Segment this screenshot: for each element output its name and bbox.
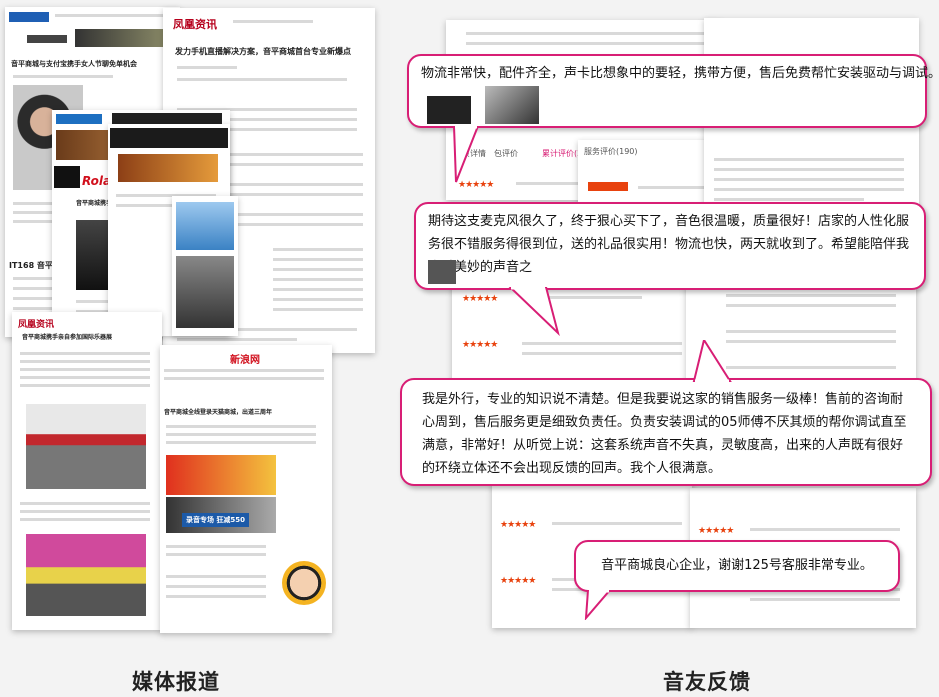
expo-booth-photo	[26, 404, 146, 489]
tab-service-reviews[interactable]: 服务评价(190)	[584, 146, 638, 157]
rating-stars-4: ★★★★★	[500, 520, 536, 530]
rating-stars-5: ★★★★★	[500, 576, 536, 586]
gear-banner	[110, 128, 228, 148]
people-photo	[176, 256, 234, 328]
media-sheet-landscape	[172, 196, 238, 336]
bubble-2-tail	[508, 287, 560, 337]
landscape-photo	[176, 202, 234, 250]
feedback-bubble-1-text: 物流非常快，配件齐全，声卡比想象中的要轻，携带方便，售后免费帮忙安装驱动与调试。…	[421, 66, 939, 81]
promo-banner	[166, 455, 276, 495]
rating-bar	[588, 182, 628, 191]
tab-reviews[interactable]: 包评价	[494, 148, 518, 159]
ad-banner	[118, 154, 218, 182]
site-logo	[9, 12, 49, 22]
banner-image	[75, 29, 165, 47]
media-sheet-1-title: 音平商城与支付宝携手女人节聊免单机会	[11, 60, 137, 68]
midifan-logo	[56, 114, 102, 124]
feedback-bubble-4-text: 音平商城良心企业，谢谢125号客服非常专业。	[601, 558, 873, 573]
ifeng-logo-2: 凤凰资讯	[18, 320, 55, 330]
feedback-bubble-2-text: 期待这支麦克风很久了，终于狠心买下了，音色很温暖，质量很好！店家的人性化服务很不…	[428, 214, 910, 275]
media-sheet-2-title: 发力手机直播解决方案，音平商城首台专业新爆点	[175, 47, 351, 56]
review-photo-1	[427, 96, 471, 124]
roland-banner-bg	[54, 166, 80, 188]
rating-stars-2: ★★★★★	[462, 294, 498, 304]
feedback-caption: 音友反馈	[663, 670, 751, 694]
feedback-bubble-3: 我是外行，专业的知识说不清楚。但是我要说这家的销售服务一级棒！售前的咨询耐心周到…	[400, 378, 932, 486]
media-sheet-6: 新浪网 音平商城全线登录天猫商城，出道三周年 录音专场 狂减550	[160, 345, 332, 633]
cartoon-image	[282, 561, 326, 605]
feedback-bubble-3-text: 我是外行，专业的知识说不清楚。但是我要说这家的销售服务一级棒！售前的咨询耐心周到…	[422, 392, 907, 476]
review-photo-2	[485, 86, 539, 124]
sina-logo: 新浪网	[230, 355, 260, 366]
bubble-4-tail	[584, 590, 612, 620]
expo-stage-photo	[26, 534, 146, 616]
feedback-bubble-1: 物流非常快，配件齐全，声卡比想象中的要轻，携带方便，售后免费帮忙安装驱动与调试。…	[407, 54, 939, 128]
feedback-bubble-2: 期待这支麦克风很久了，终于狠心买下了，音色很温暖，质量很好！店家的人性化服务很不…	[414, 202, 926, 290]
review-photo-3	[428, 260, 456, 284]
bubble-3-tail	[692, 340, 732, 382]
yamaha-logo	[27, 35, 67, 43]
promo-text: 录音专场 狂减550	[182, 513, 250, 527]
media-caption: 媒体报道	[132, 670, 220, 694]
media-sheet-6-title: 音平商城全线登录天猫商城，出道三周年	[164, 409, 273, 416]
media-sheet-5-title: 音平商城携手亲自参加国际乐器展	[22, 334, 113, 341]
rating-stars-6: ★★★★★	[698, 526, 734, 536]
bubble-1-tail	[452, 126, 480, 183]
media-sheet-5: 凤凰资讯 音平商城携手亲自参加国际乐器展	[12, 312, 162, 630]
feedback-bubble-4: 音平商城良心企业，谢谢125号客服非常专业。	[574, 540, 900, 592]
ifeng-logo: 凤凰资讯	[173, 18, 217, 31]
rating-stars-3: ★★★★★	[462, 340, 498, 350]
